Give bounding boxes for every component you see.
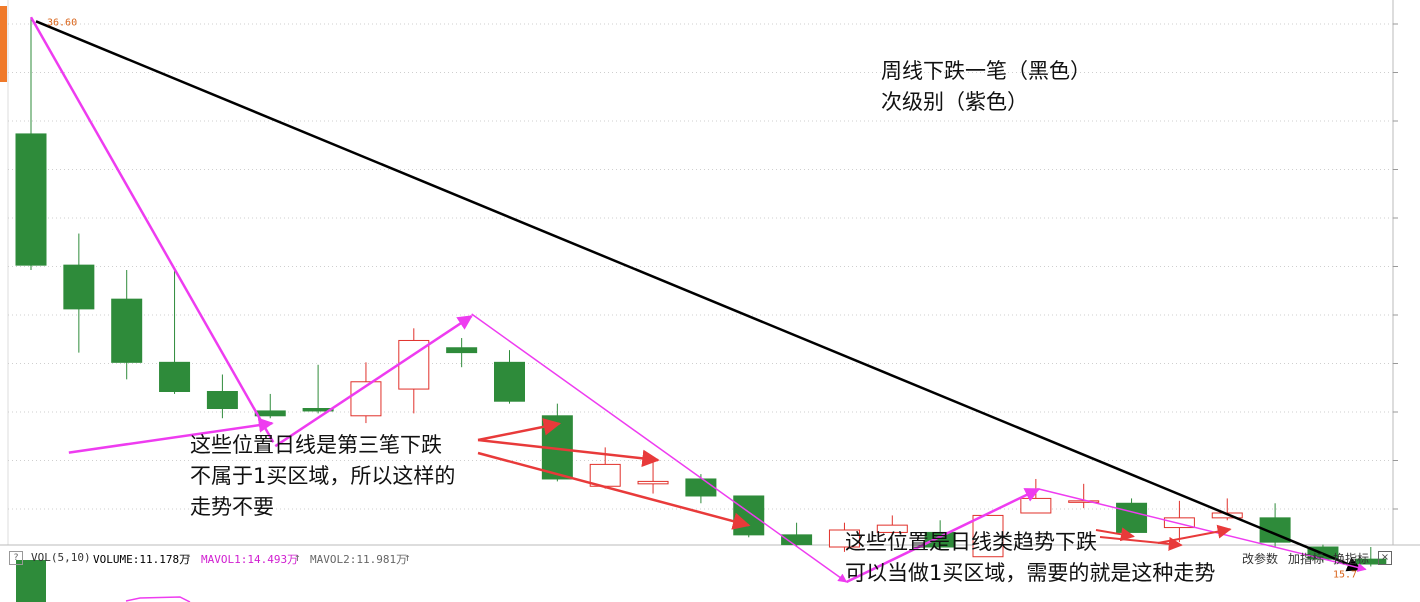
mavol1-line — [125, 596, 191, 602]
legend-note: 周线下跌一笔（黑色） 次级别（紫色） — [881, 56, 1091, 118]
candle-body — [685, 478, 717, 497]
left-note-line-2: 不属于1买区域，所以这样的 — [190, 464, 456, 488]
candle-body — [494, 361, 525, 402]
sub-level-stroke — [29, 16, 275, 443]
left-note-line-3: 走势不要 — [190, 495, 274, 519]
left-note: 这些位置日线是第三笔下跌 不属于1买区域，所以这样的 走势不要 — [190, 430, 455, 523]
close-icon[interactable]: × — [1378, 551, 1392, 565]
high-price-label: 36.60 — [47, 17, 77, 28]
sub-level-stroke — [471, 313, 848, 583]
vol-label: VOL(5,10) — [31, 551, 91, 564]
left-note-line-1: 这些位置日线是第三笔下跌 — [190, 433, 442, 457]
candle-body — [733, 495, 765, 536]
candle-body — [206, 390, 238, 410]
mavol2-value: MAVOL2:11.981万 — [310, 553, 408, 566]
mavol1-value: MAVOL1:14.493万 — [201, 553, 299, 566]
switch-indicator-button[interactable]: 换指标 — [1333, 550, 1369, 567]
right-note-line-2: 可以当做1买区域，需要的就是这种走势 — [845, 561, 1216, 585]
candle-body — [1020, 497, 1052, 514]
candle-body — [637, 480, 669, 485]
low-price-label: 15.7 — [1333, 570, 1357, 581]
legend-line-2: 次级别（紫色） — [881, 90, 1028, 114]
candle-body — [159, 361, 191, 392]
arrow-up-icon: ↑ — [294, 551, 301, 564]
arrow-up-icon: ↑ — [185, 551, 192, 564]
candle-body — [63, 264, 95, 310]
right-note-line-1: 这些位置是日线类趋势下跌 — [845, 530, 1097, 554]
right-note: 这些位置是日线类趋势下跌 可以当做1买区域，需要的就是这种走势 — [845, 527, 1215, 589]
candle-body — [111, 298, 143, 363]
change-params-button[interactable]: 改参数 — [1242, 550, 1278, 567]
sub-level-stroke — [274, 314, 473, 448]
left-scroll-marker — [0, 6, 7, 82]
help-icon[interactable]: ? — [9, 551, 23, 565]
add-indicator-button[interactable]: 加指标 — [1288, 550, 1324, 567]
candle-body — [446, 347, 478, 354]
arrow-up-icon: ↑ — [404, 551, 411, 564]
candle-body — [254, 410, 286, 417]
legend-line-1: 周线下跌一笔（黑色） — [881, 59, 1091, 83]
candle-body — [15, 133, 47, 266]
volume-value: VOLUME:11.178万 — [93, 553, 191, 566]
